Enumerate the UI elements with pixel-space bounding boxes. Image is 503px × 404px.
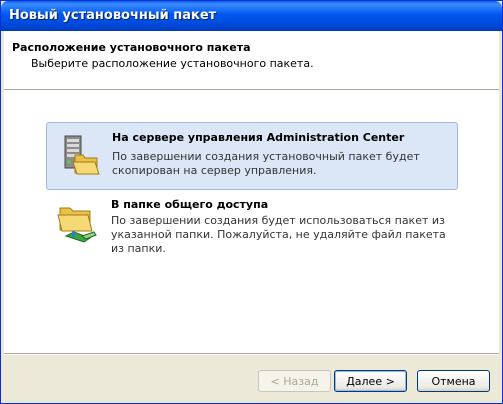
option-admin-server[interactable]: На сервере управления Administration Cen… [46,122,458,190]
shared-folder-icon [56,202,100,246]
page-subtitle: Выберите расположение установочного паке… [31,57,314,70]
option-admin-server-title: На сервере управления Administration Cen… [112,131,405,144]
footer-divider [4,353,499,355]
page-title: Расположение установочного пакета [12,41,251,54]
wizard-window: Новый установочный пакет Расположение ус… [0,0,503,404]
option-shared-folder[interactable]: В папке общего доступа По завершении соз… [46,192,458,264]
title-bar[interactable]: Новый установочный пакет [1,1,502,31]
option-shared-folder-title: В папке общего доступа [111,198,269,211]
header-panel: Расположение установочного пакета Выбери… [4,31,499,89]
window-title: Новый установочный пакет [9,8,217,23]
content-area: На сервере управления Administration Cen… [4,91,499,353]
server-folder-icon [57,133,101,177]
cancel-button[interactable]: Отмена [417,370,490,392]
next-button[interactable]: Далее > [334,370,407,392]
option-admin-server-description: По завершении создания установочный паке… [112,150,420,177]
back-button[interactable]: < Назад [258,370,331,392]
option-shared-folder-description: По завершении создания будет использоват… [111,214,446,255]
